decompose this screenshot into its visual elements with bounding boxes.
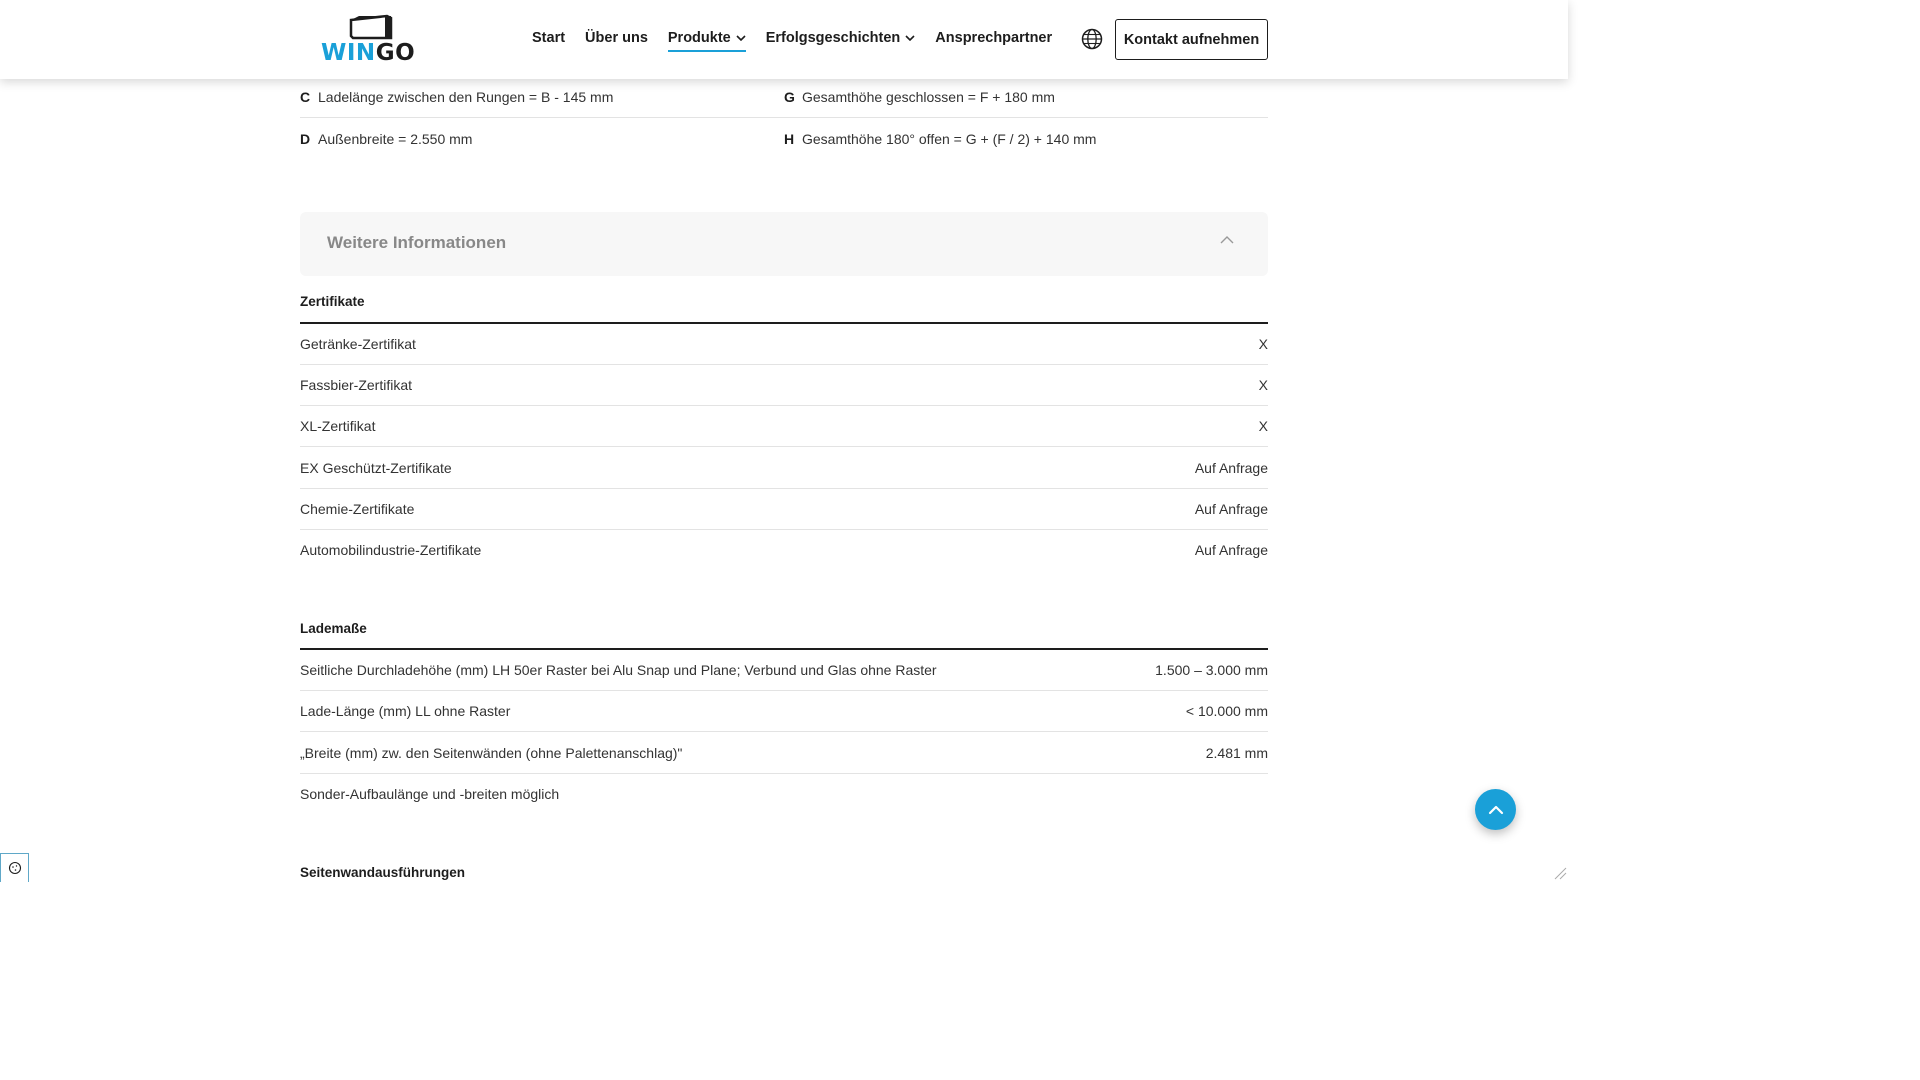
- contact-button[interactable]: Kontakt aufnehmen: [1115, 19, 1268, 60]
- dimension-text: Gesamthöhe geschlossen = F + 180 mm: [802, 89, 1055, 105]
- cookie-icon: [8, 861, 21, 875]
- table-row: „Breite (mm) zw. den Seitenwänden (ohne …: [300, 733, 1268, 774]
- table-row: Lade-Länge (mm) LL ohne Raster < 10.000 …: [300, 691, 1268, 732]
- row-value: Auf Anfrage: [1194, 542, 1268, 558]
- row-value: X: [1258, 377, 1268, 393]
- nav-ansprechpartner[interactable]: Ansprechpartner: [935, 28, 1052, 48]
- row-label: Automobilindustrie-Zertifikate: [300, 542, 482, 558]
- table-row: Automobilindustrie-Zertifikate Auf Anfra…: [300, 530, 1268, 571]
- dimension-text: Ladelänge zwischen den Rungen = B - 145 …: [318, 89, 614, 105]
- nav-produkte[interactable]: Produkte: [667, 28, 746, 52]
- site-header: WINGO Start Über uns Produkte Erfolgsges…: [0, 0, 1568, 79]
- chevron-down-icon: [905, 35, 915, 41]
- row-label: Lade-Länge (mm) LL ohne Raster: [300, 703, 511, 719]
- main-navigation: Start Über uns Produkte Erfolgsgeschicht…: [532, 28, 1072, 52]
- dimension-key: D: [300, 131, 311, 147]
- cookie-settings-button[interactable]: [0, 853, 29, 882]
- nav-ueber-uns[interactable]: Über uns: [585, 28, 648, 48]
- row-value: X: [1258, 336, 1268, 352]
- row-label: „Breite (mm) zw. den Seitenwänden (ohne …: [300, 745, 683, 761]
- dimension-text: Gesamthöhe 180° offen = G + (F / 2) + 14…: [802, 131, 1097, 147]
- dimension-key: H: [784, 131, 795, 147]
- row-label: Sonder-Aufbaulänge und -breiten möglich: [300, 786, 560, 802]
- dimension-text: Außenbreite = 2.550 mm: [318, 131, 473, 147]
- globe-icon[interactable]: [1081, 28, 1103, 50]
- table-row: Seitliche Durchladehöhe (mm) LH 50er Ras…: [300, 650, 1268, 691]
- chevron-up-icon: [1488, 805, 1503, 814]
- divider: [300, 117, 1268, 118]
- row-value: Auf Anfrage: [1194, 460, 1268, 476]
- dimension-key: C: [300, 89, 311, 105]
- dimension-item: D Außenbreite = 2.550 mm: [300, 129, 472, 149]
- table-row: Chemie-Zertifikate Auf Anfrage: [300, 489, 1268, 530]
- table-row: XL-Zertifikat X: [300, 406, 1268, 447]
- chevron-up-icon: [1220, 236, 1234, 244]
- section-title-zertifikate: Zertifikate: [300, 294, 365, 309]
- row-label: XL-Zertifikat: [300, 418, 376, 434]
- table-row: Fassbier-Zertifikat X: [300, 365, 1268, 406]
- accordion-title: Weitere Informationen: [327, 233, 507, 252]
- section-title-lademasse: Lademaße: [300, 621, 367, 636]
- accordion-weitere-informationen[interactable]: Weitere Informationen: [300, 212, 1268, 276]
- row-label: Getränke-Zertifikat: [300, 336, 416, 352]
- row-label: Seitliche Durchladehöhe (mm) LH 50er Ras…: [300, 662, 937, 678]
- resize-grip-icon[interactable]: [1553, 866, 1567, 880]
- row-value: < 10.000 mm: [1185, 703, 1268, 719]
- dimension-item: C Ladelänge zwischen den Rungen = B - 14…: [300, 87, 613, 107]
- truck-logo-icon: [349, 14, 393, 40]
- row-label: EX Geschützt-Zertifikate: [300, 460, 452, 476]
- table-row: EX Geschützt-Zertifikate Auf Anfrage: [300, 448, 1268, 489]
- dimension-item: H Gesamthöhe 180° offen = G + (F / 2) + …: [784, 129, 1096, 149]
- scroll-to-top-button[interactable]: [1475, 789, 1516, 830]
- logo-wordmark: WINGO: [321, 40, 416, 66]
- dimension-key: G: [784, 89, 795, 105]
- row-value: X: [1258, 418, 1268, 434]
- row-label: Chemie-Zertifikate: [300, 501, 415, 517]
- row-value: Auf Anfrage: [1194, 501, 1268, 517]
- row-label: Fassbier-Zertifikat: [300, 377, 413, 393]
- row-value: 2.481 mm: [1205, 745, 1268, 761]
- nav-erfolgsgeschichten[interactable]: Erfolgsgeschichten: [766, 28, 916, 48]
- table-row: Sonder-Aufbaulänge und -breiten möglich: [300, 774, 1268, 815]
- chevron-down-icon: [736, 35, 746, 41]
- row-value: 1.500 – 3.000 mm: [1155, 662, 1268, 678]
- section-title-seitenwand: Seitenwandausführungen: [300, 865, 466, 880]
- table-row: Getränke-Zertifikat X: [300, 324, 1268, 365]
- wingo-logo[interactable]: WINGO: [321, 14, 425, 66]
- nav-start[interactable]: Start: [532, 28, 565, 48]
- dimension-item: G Gesamthöhe geschlossen = F + 180 mm: [784, 87, 1055, 107]
